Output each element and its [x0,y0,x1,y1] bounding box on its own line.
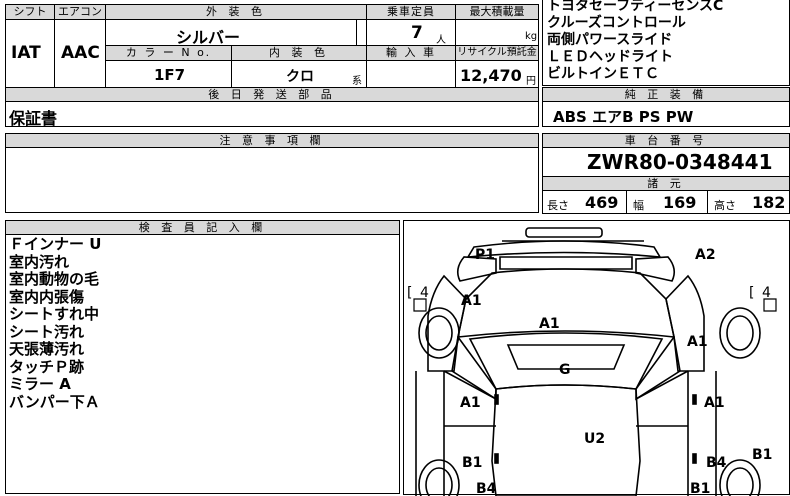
interior-color-cell: クロ 系 [231,60,367,88]
label-b1-left: B1 [462,455,482,471]
capacity-label: 乗車定員 [366,4,456,20]
note-item: 室内動物の毛 [9,270,100,288]
exterior-color-cell: シルバー [105,19,357,47]
import-label: 輸 入 車 [366,45,456,61]
note-item: Ｆインナー U [9,235,102,253]
capacity-cell: 7 人 [366,19,456,46]
label-a2: A2 [695,247,716,263]
shift-cell: IAT [5,19,55,88]
tire-left-value: 4 [420,285,429,301]
label-b1-far-right: B1 [752,447,772,463]
caution-header: 注 意 事 項 欄 [5,133,539,148]
recycle-cell: 12,470 円 [455,60,539,88]
max-load-unit: kg [525,31,538,42]
label-u2: U2 [584,431,605,447]
recycle-amount: 12,470 [460,66,522,85]
shift-value: IAT [11,43,41,63]
note-item: 天張薄汚れ [9,340,85,358]
later-parts-value: 保証書 [9,109,58,128]
note-item: バンパー下Ａ [9,392,100,411]
later-parts-label: 後 日 発 送 部 品 [5,87,539,102]
caution-cell [5,147,539,213]
exterior-color-label: 外 装 色 [105,4,367,20]
recycle-label: リサイクル預託金 [455,45,539,61]
chassis-number: ZWR80-0348441 [587,150,773,174]
label-tire-right: [ [749,285,754,301]
note-item: シート汚れ [9,322,85,341]
interior-color-value: クロ [286,69,314,85]
import-cell [366,60,456,88]
options-box: トヨタセーフティーセンスC クルーズコントロール 両側パワースライド ＬＥＤヘッ… [542,0,790,86]
label-a1-right-fender: A1 [687,334,708,350]
options-list: トヨタセーフティーセンスC クルーズコントロール 両側パワースライド ＬＥＤヘッ… [547,0,723,83]
label-a1-left-door: A1 [460,395,481,411]
width-label: 幅 [633,199,644,212]
length-value: 469 [585,193,619,212]
genuine-equipment-cell: ABS エアB PS PW [542,101,790,127]
label-a1-hood: A1 [539,316,560,332]
later-parts-cell: 保証書 [5,101,539,128]
height-value: 182 [752,193,786,212]
genuine-equipment-value: ABS エアB PS PW [553,108,694,126]
aircon-label: エアコン [54,4,106,20]
label-b4-bottom-left: B4 [476,481,497,496]
interior-color-label: 内 装 色 [231,45,367,61]
aircon-value: AAC [61,43,100,63]
label-b4-right: B4 [706,455,727,471]
specs-row: 長さ 469 幅 169 高さ 182 [542,190,790,214]
height-label: 高さ [714,199,736,212]
interior-color-suffix: 系 [352,76,362,87]
note-item: シートすれ中 [9,305,100,323]
chassis-cell: ZWR80-0348441 [542,147,790,177]
label-b1-bottom-right: B1 [690,481,710,496]
inspector-notes-cell: Ｆインナー U 室内汚れ 室内動物の毛 室内内張傷 シートすれ中 シート汚れ 天… [5,234,400,494]
width-value: 169 [663,193,697,212]
option-item: ビルトインＥＴＣ [547,66,659,82]
car-diagram: [ 4 [ 4 P1 A2 A1 A1 A1 G A1 A1 U2 B1 B4 … [407,227,777,496]
genuine-equipment-label: 純 正 装 備 [542,87,790,102]
capacity-value: 7 [411,23,423,43]
note-item: 室内内張傷 [9,287,85,306]
inspector-notes-list: Ｆインナー U 室内汚れ 室内動物の毛 室内内張傷 シートすれ中 シート汚れ 天… [9,235,102,411]
label-g: G [559,362,571,378]
color-no-value: 1F7 [154,66,186,84]
label-a1-right-door: A1 [704,395,725,411]
option-item: クルーズコントロール [547,15,686,31]
option-item: ＬＥＤヘッドライト [547,49,673,65]
label-tire-left: [ [407,285,412,301]
inspector-header: 検 査 員 記 入 欄 [5,220,400,235]
car-diagram-box: [ 4 [ 4 P1 A2 A1 A1 A1 G A1 A1 U2 B1 B4 … [403,220,790,496]
max-load-cell: kg [455,19,539,46]
recycle-unit: 円 [526,76,536,87]
height-cell: 高さ 182 [707,190,790,214]
spec-table: シフト エアコン 外 装 色 乗車定員 最大積載量 IAT AAC シルバー 7… [5,0,539,102]
aircon-cell: AAC [54,19,106,88]
max-load-label: 最大積載量 [455,4,539,20]
note-item: タッチＰ跡 [9,357,85,376]
length-label: 長さ [547,199,569,212]
length-cell: 長さ 469 [542,190,627,214]
option-item: トヨタセーフティーセンスC [547,0,724,14]
note-item: ミラー A [9,375,71,393]
option-item: 両側パワースライド [547,32,673,48]
chassis-header: 車 台 番 号 [542,133,790,148]
note-item: 室内汚れ [9,252,70,271]
label-a1-left-fender: A1 [461,293,482,309]
capacity-unit: 人 [436,35,446,46]
tire-right-value: 4 [762,285,771,301]
width-cell: 幅 169 [626,190,708,214]
specs-header: 諸 元 [542,176,790,191]
shift-label: シフト [5,4,55,20]
label-p1: P1 [475,247,495,263]
color-no-label: カ ラ ー N o. [105,45,232,61]
color-no-cell: 1F7 [105,60,232,88]
